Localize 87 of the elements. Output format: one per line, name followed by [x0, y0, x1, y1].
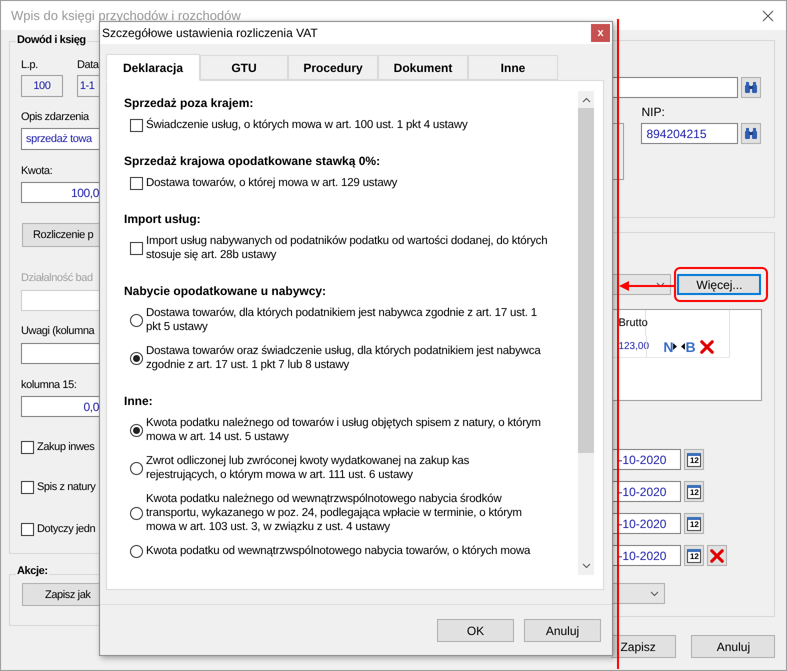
scroll-thumb[interactable]: [578, 108, 594, 453]
checkbox[interactable]: [130, 176, 143, 190]
date-field[interactable]: -10-2020: [611, 449, 682, 470]
field-label: kolumna 15:: [21, 378, 78, 392]
text-field[interactable]: sprzedaż towa: [21, 128, 99, 150]
checkbox[interactable]: [130, 242, 143, 254]
option-label: Dostawa towarów oraz świadczenie usług, dla których podatnikiem jest nabywca zgodnie z art. 17 ust. 1 pkt 7 lub 8 ustawy: [146, 344, 541, 372]
checkbox[interactable]: [21, 480, 34, 494]
dialog-button[interactable]: OK: [437, 619, 514, 642]
checkbox[interactable]: [21, 522, 34, 536]
section-heading: Import usług:: [124, 212, 202, 226]
amount-field[interactable]: 100,0: [21, 182, 99, 203]
text-field[interactable]: [21, 343, 99, 364]
binoculars-icon: [744, 81, 758, 94]
calendar-button[interactable]: 12: [684, 513, 704, 534]
close-icon[interactable]: [762, 10, 774, 22]
field-label: Opis zdarzenia: [21, 110, 90, 124]
amount-field[interactable]: 0,0: [21, 396, 99, 417]
save-as-button[interactable]: Zapisz jak: [22, 583, 99, 606]
field-label: L.p.: [21, 58, 39, 72]
more-button[interactable]: Więcej...: [677, 274, 762, 295]
number-field[interactable]: 100: [21, 75, 63, 97]
option-label: Kwota podatku należnego od towarów i usług objętych spisem z natury, o którym mowa w art. 14 ust. 5 ustawy: [146, 416, 541, 444]
option-label: Zwrot odliczonej lub zwróconej kwoty wydatkowanej na zakup kas rejestrujących, o którym mowa w art. 111 ust. 6 ustawy: [146, 454, 470, 482]
field-label: Uwagi (kolumna: [21, 324, 96, 338]
option-label: Dostawa towarów, dla których podatnikiem jest nabywca zgodnie z art. 17 ust. 1 pkt 5 ustawy: [146, 306, 537, 334]
calendar-button[interactable]: 12: [684, 449, 704, 470]
calendar-button[interactable]: 12: [684, 481, 704, 502]
close-button[interactable]: x: [591, 24, 610, 42]
checkbox[interactable]: [130, 118, 143, 132]
dialog-button[interactable]: Anuluj: [524, 619, 601, 642]
search-button[interactable]: [741, 77, 762, 98]
delete-icon[interactable]: [700, 340, 714, 354]
scroll-down-icon[interactable]: [582, 563, 590, 569]
tab[interactable]: Dokument: [378, 55, 468, 80]
date-field[interactable]: -10-2020: [611, 513, 682, 534]
checkbox-label: Dotyczy jedn: [37, 522, 96, 536]
group-title: Dowód i księg: [16, 33, 87, 47]
binoculars-icon: [744, 127, 758, 140]
option-label: Kwota podatku od wewnątrzwspólnotowego nabycia towarów, o których mowa: [146, 544, 530, 558]
annotation-arrow: [619, 281, 675, 291]
section-heading: Sprzedaż poza krajem:: [124, 96, 254, 110]
tab[interactable]: Deklaracja: [106, 54, 200, 81]
section-heading: Sprzedaż krajowa opodatkowane stawką 0%:: [124, 154, 382, 168]
tab[interactable]: Inne: [468, 55, 558, 80]
option-label: Dostawa towarów, o której mowa w art. 129 ustawy: [146, 176, 398, 190]
scrollbar[interactable]: [578, 91, 594, 575]
option-label: Świadczenie usług, o których mowa w art. 100 ust. 1 pkt 4 ustawy: [146, 118, 468, 132]
tab[interactable]: Procedury: [288, 55, 378, 80]
checkbox-label: Zakup inwes: [37, 440, 94, 454]
dropdown[interactable]: [611, 583, 666, 604]
scroll-up-icon[interactable]: [582, 97, 590, 103]
section-heading: Inne:: [124, 394, 154, 408]
option-label: Kwota podatku należnego od wewnątrzwspólnotowego nabycia środków transportu, wykazanego w poz. 24, podlegająca wpłacie w terminie, o którym mowa w art. 103 ust. 3, w związku z ust. 4 ustawy: [146, 492, 522, 534]
checkbox-label: Spis z natury: [37, 480, 96, 494]
field-label: NIP:: [641, 105, 666, 119]
date-field[interactable]: -10-2020: [611, 481, 682, 502]
field-label: Kwota:: [21, 164, 54, 178]
radio-button[interactable]: [130, 544, 143, 558]
checkbox[interactable]: [21, 440, 34, 454]
radio-button[interactable]: [130, 506, 143, 520]
settlement-button[interactable]: Rozliczenie p: [22, 223, 99, 247]
date-field[interactable]: -10-2020: [611, 545, 682, 566]
window-title: Wpis do księgi przychodów i rozchodów: [11, 8, 241, 22]
calendar-button[interactable]: 12: [684, 545, 704, 566]
option-label: Import usług nabywanych od podatników podatku od wartości dodanej, do których stosuje się art. 28b ustawy: [146, 234, 548, 262]
radio-button[interactable]: [130, 352, 143, 364]
chevron-down-icon: [650, 590, 660, 596]
field-label: Data: [77, 58, 99, 72]
nip-field[interactable]: 894204215: [641, 123, 738, 144]
footer-button[interactable]: Zapisz: [611, 635, 676, 658]
chevron-down-icon: [656, 282, 666, 288]
search-button[interactable]: [741, 123, 762, 144]
radio-button[interactable]: [130, 424, 143, 436]
group-title: Akcje:: [16, 564, 49, 578]
footer-button[interactable]: Anuluj: [691, 635, 776, 658]
field-label: Działalność bad: [21, 271, 94, 285]
radio-button[interactable]: [130, 462, 143, 474]
tab[interactable]: GTU: [200, 55, 288, 80]
date-field[interactable]: 1-1: [76, 75, 99, 97]
section-heading: Nabycie opodatkowane u nabywcy:: [124, 284, 328, 298]
clear-button[interactable]: [707, 545, 728, 566]
dialog-title: Szczegółowe ustawienia rozliczenia VAT: [102, 26, 318, 40]
radio-button[interactable]: [130, 314, 143, 326]
text-field[interactable]: [611, 77, 738, 98]
delete-icon[interactable]: [710, 548, 724, 562]
table-cell-text: 123,00: [617, 340, 646, 354]
